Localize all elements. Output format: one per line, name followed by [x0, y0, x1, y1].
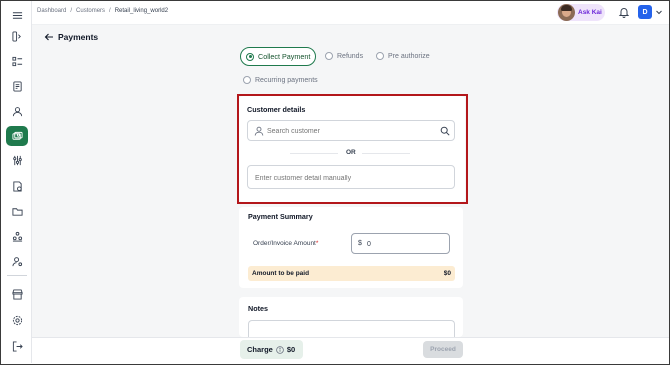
back-arrow-icon[interactable] — [44, 32, 54, 42]
logout-icon[interactable] — [8, 337, 26, 355]
ledger-icon[interactable] — [8, 77, 26, 95]
amount-label: Order/Invoice Amount* — [253, 240, 318, 247]
kai-avatar — [558, 4, 575, 21]
store-icon[interactable] — [8, 285, 26, 303]
to-be-paid-value: $0 — [443, 270, 451, 277]
notes-input[interactable] — [248, 320, 455, 337]
amount-label-text: Order/Invoice Amount — [253, 240, 316, 247]
radio-unselected — [376, 52, 384, 60]
charge-amount: $0 — [286, 345, 296, 354]
list-icon[interactable] — [8, 52, 26, 70]
breadcrumb-customers[interactable]: Customers — [76, 8, 105, 14]
proceed-button[interactable]: Proceed — [423, 341, 463, 358]
radio-selected — [246, 52, 254, 61]
breadcrumb-separator: / — [109, 8, 111, 14]
charge-label: Charge — [247, 345, 273, 354]
breadcrumb-dashboard[interactable]: Dashboard — [37, 8, 66, 14]
folder-icon[interactable] — [8, 202, 26, 220]
required-mark: * — [315, 240, 319, 247]
option-pre-authorize[interactable]: Pre authorize — [376, 47, 430, 65]
to-be-paid-label: Amount to be paid — [252, 270, 310, 277]
sidebar-divider — [7, 275, 27, 276]
page-title: Payments — [58, 32, 99, 42]
bottom-action-bar — [32, 337, 669, 363]
amount-to-be-paid-row: Amount to be paid $0 — [248, 266, 455, 281]
option-refunds[interactable]: Refunds — [325, 47, 363, 65]
adjustments-icon[interactable] — [8, 151, 26, 169]
option-collect-payment[interactable]: Collect Payment — [240, 47, 316, 66]
ask-kai-button[interactable]: Ask Kai — [557, 4, 605, 21]
customer-icon[interactable] — [8, 102, 26, 120]
sidebar — [1, 1, 32, 363]
breadcrumb: Dashboard / Customers / Retail_living_world2 — [37, 8, 168, 14]
amount-field[interactable]: $ — [351, 233, 450, 254]
team-icon[interactable] — [8, 227, 26, 245]
breadcrumb-separator: / — [70, 8, 73, 14]
bell-icon[interactable] — [618, 6, 630, 18]
option-label: Refunds — [337, 52, 364, 60]
option-recurring-payments[interactable]: Recurring payments — [243, 71, 318, 89]
option-label: Pre authorize — [388, 52, 430, 60]
invoice-icon[interactable] — [8, 177, 26, 195]
breadcrumb-current: Retail_living_world2 — [114, 8, 169, 14]
settings-icon[interactable] — [8, 311, 26, 329]
top-bar: Dashboard / Customers / Retail_living_world2… — [32, 1, 669, 25]
payments-icon[interactable] — [6, 126, 28, 146]
currency-symbol: $ — [358, 240, 362, 247]
notes-title: Notes — [248, 304, 268, 313]
user-settings-icon[interactable] — [8, 252, 26, 270]
option-label: Collect Payment — [258, 52, 311, 61]
menu-icon[interactable] — [8, 6, 26, 24]
payment-summary-title: Payment Summary — [248, 212, 313, 221]
charge-summary: Charge $0 — [240, 340, 303, 359]
info-icon[interactable] — [276, 345, 284, 354]
radio-unselected — [325, 52, 333, 60]
user-avatar[interactable]: D — [638, 5, 652, 19]
expand-icon[interactable] — [8, 27, 26, 45]
highlight-box — [237, 94, 468, 204]
chevron-down-icon[interactable] — [655, 8, 663, 16]
radio-unselected — [243, 76, 251, 84]
ask-kai-label: Ask Kai — [578, 9, 602, 16]
option-label: Recurring payments — [255, 76, 318, 84]
amount-input[interactable] — [367, 239, 437, 250]
